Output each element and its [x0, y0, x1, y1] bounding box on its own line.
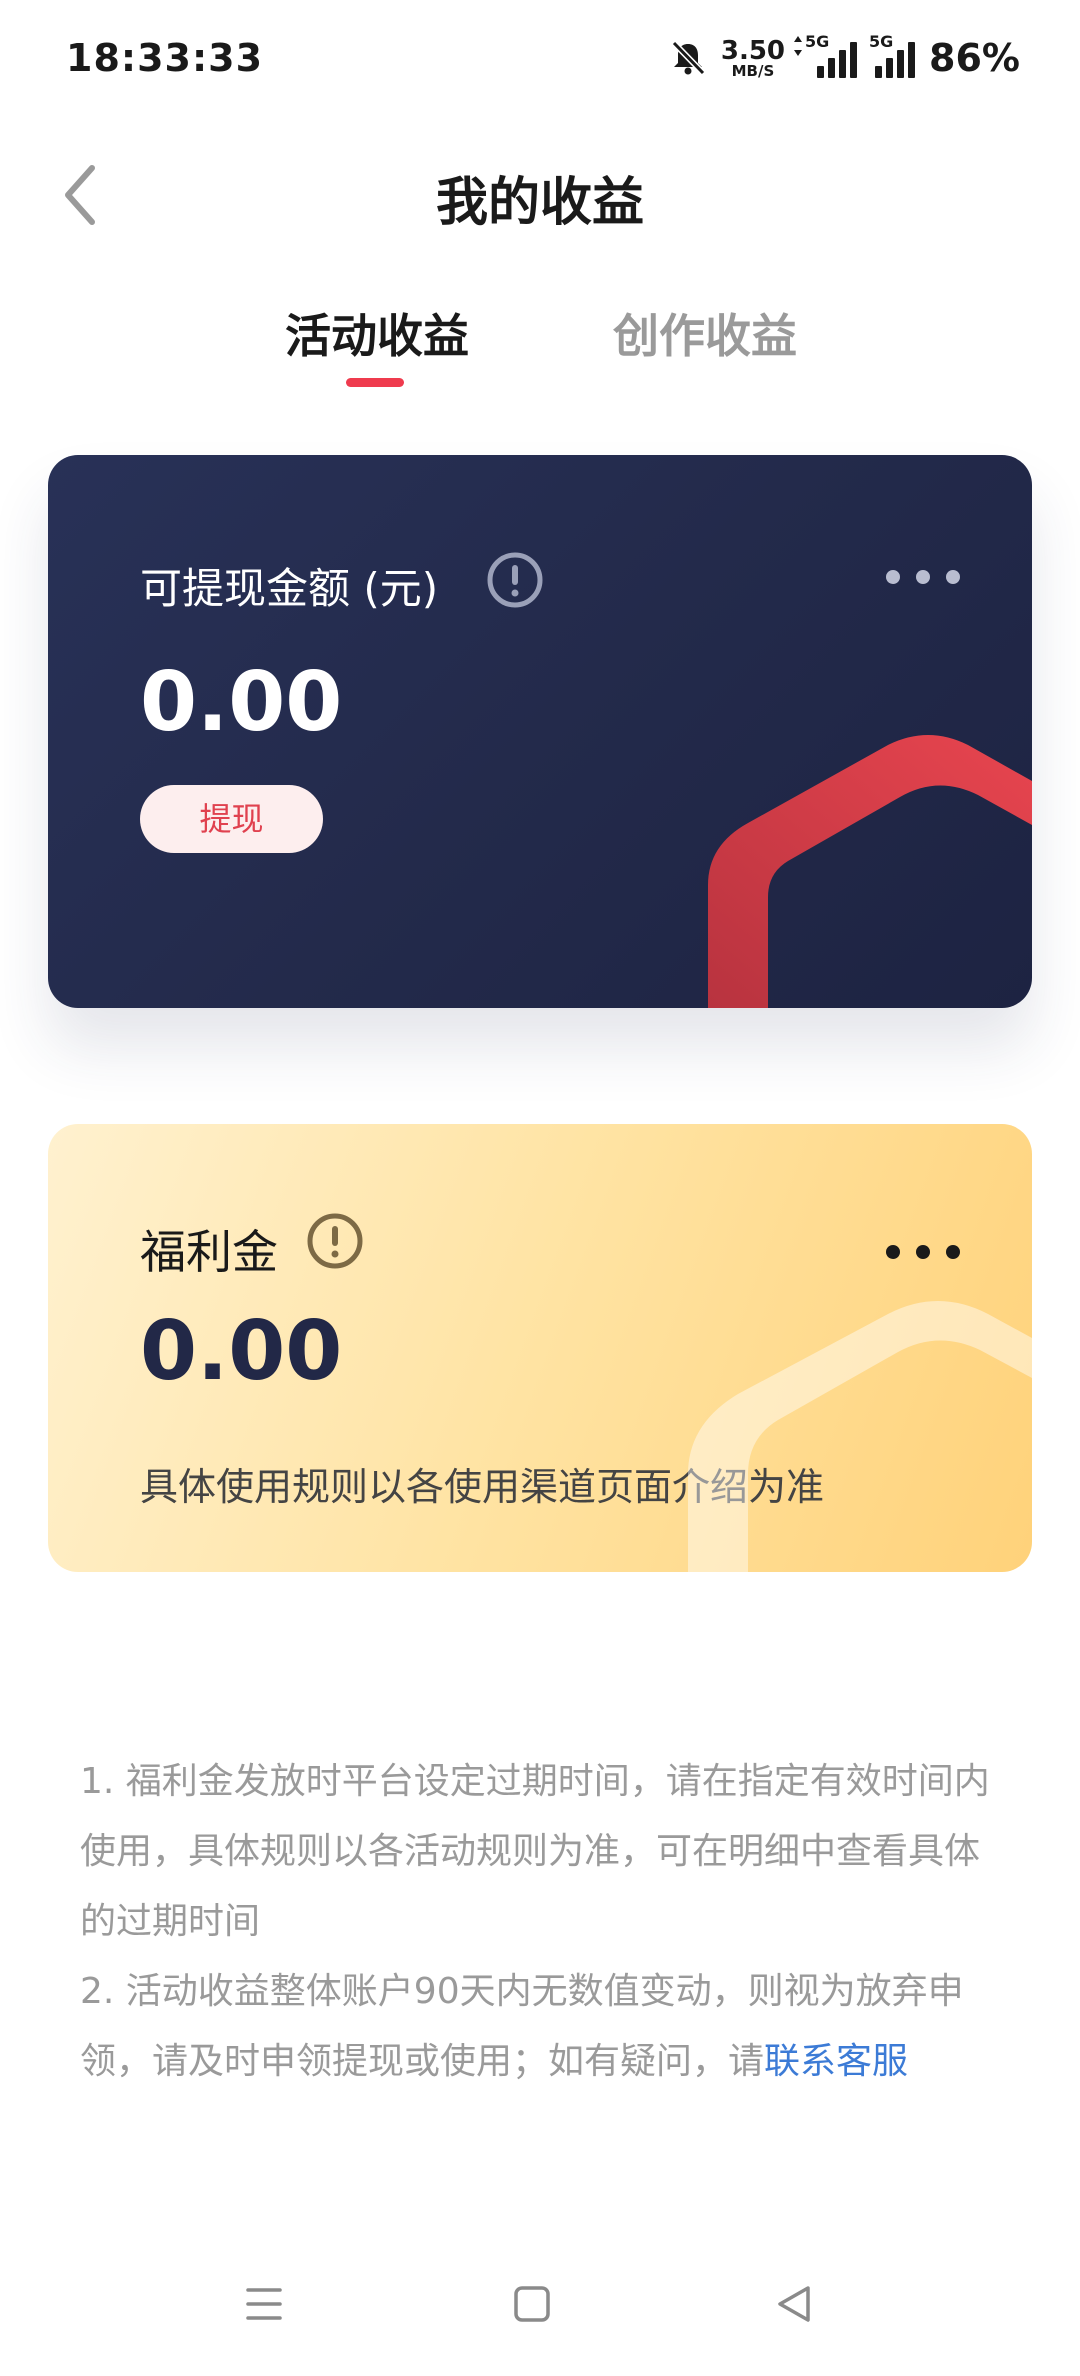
net-speed-value: 3.50	[720, 35, 786, 66]
tab-activity-earnings[interactable]: 活动收益	[285, 300, 469, 366]
net-speed-unit: MB/S	[731, 61, 775, 80]
info-icon[interactable]	[486, 551, 544, 609]
battery-level: 86%	[929, 36, 1020, 80]
status-icons: 3.50 MB/S 5G 5G 86%	[669, 32, 1020, 80]
home-square-icon[interactable]	[508, 2280, 556, 2328]
signal-icon: 5G	[794, 32, 858, 78]
menu-icon[interactable]	[240, 2280, 288, 2328]
withdrawable-amount: 0.00	[140, 655, 343, 750]
withdrawable-label: 可提现金额 (元)	[140, 564, 439, 613]
welfare-label: 福利金	[140, 1225, 278, 1279]
withdrawable-card: 可提现金额 (元) 0.00 提现	[48, 455, 1032, 1008]
network-type-1: 5G	[805, 32, 830, 51]
welfare-card: 福利金 0.00 具体使用规则以各使用渠道页面介绍为准	[48, 1124, 1032, 1572]
tab-indicator	[346, 378, 404, 387]
contact-support-link[interactable]: 联系客服	[764, 2041, 908, 2082]
info-icon[interactable]	[306, 1212, 364, 1270]
hexagon-decoration	[688, 1301, 1032, 1572]
note-item-1: 1. 福利金发放时平台设定过期时间，请在指定有效时间内使用，具体规则以各活动规则…	[80, 1761, 990, 1942]
network-type-2: 5G	[869, 32, 894, 51]
status-time: 18:33:33	[66, 36, 264, 80]
bell-muted-icon	[671, 40, 706, 76]
hexagon-decoration	[708, 735, 1032, 1008]
page-title: 我的收益	[435, 173, 644, 233]
net-speed: 3.50 MB/S	[721, 38, 785, 79]
rules-notes: 1. 福利金发放时平台设定过期时间，请在指定有效时间内使用，具体规则以各活动规则…	[80, 1747, 1010, 2097]
more-dots-icon[interactable]	[878, 557, 968, 597]
data-arrows-icon	[794, 36, 803, 56]
withdraw-button[interactable]: 提现	[140, 785, 323, 853]
status-bar: 18:33:33 3.50 MB/S 5G 5G 86%	[0, 0, 1080, 130]
tab-creation-earnings[interactable]: 创作收益	[613, 300, 797, 366]
note-item-2: 2. 活动收益整体账户90天内无数值变动，则视为放弃申领，请及时申领提现或使用；…	[80, 1957, 1010, 2097]
more-dots-icon[interactable]	[878, 1232, 968, 1272]
signal-icon: 5G	[869, 32, 916, 78]
back-triangle-icon[interactable]	[770, 2280, 818, 2328]
welfare-amount: 0.00	[140, 1304, 343, 1399]
